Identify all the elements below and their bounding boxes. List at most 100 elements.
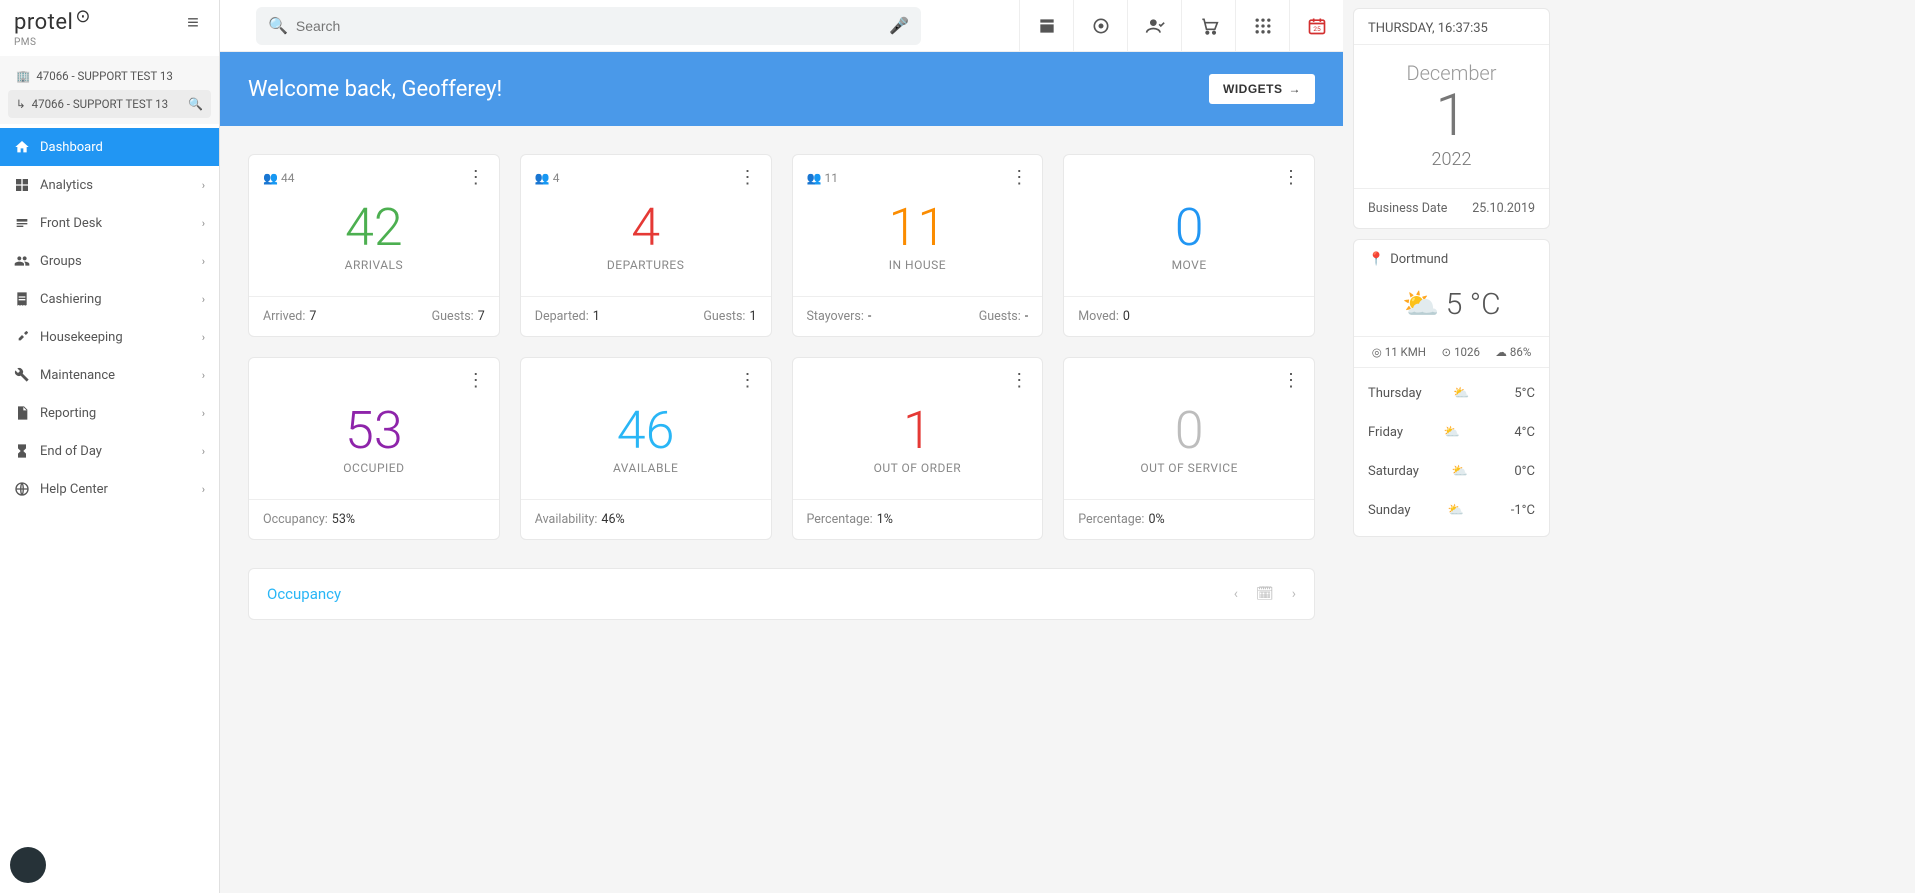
people-icon: 👥 11 xyxy=(807,171,838,185)
chevron-right-icon: › xyxy=(202,331,205,344)
main-content: 🔍 🎤 25 Welcome back, Geofferey! WIDGETS … xyxy=(220,0,1343,893)
chevron-right-icon: › xyxy=(202,445,205,458)
document-icon xyxy=(14,405,30,421)
hotel-item[interactable]: ↳ 47066 - SUPPORT TEST 13 🔍 xyxy=(8,90,211,118)
nav-helpcenter[interactable]: Help Center› xyxy=(0,470,219,508)
arrow-return-icon: ↳ xyxy=(16,97,26,111)
hotel-selector: 🏢 47066 - SUPPORT TEST 13 ↳ 47066 - SUPP… xyxy=(0,56,219,124)
humidity-icon: ☁ xyxy=(1495,345,1507,359)
card-departures: 👥 4⋮ 4DEPARTURES Departed:1Guests:1 xyxy=(520,154,772,337)
weather-widget: 📍Dortmund ⛅5 °C ◎11 KMH ⊙1026 ☁86% Thurs… xyxy=(1353,239,1550,537)
receipt-icon xyxy=(14,291,30,307)
apps-icon xyxy=(1253,16,1273,36)
more-icon[interactable]: ⋮ xyxy=(467,167,485,188)
nav-groups[interactable]: Groups› xyxy=(0,242,219,280)
nav-cashiering[interactable]: Cashiering› xyxy=(0,280,219,318)
nav-housekeeping[interactable]: Housekeeping› xyxy=(0,318,219,356)
nav-reporting[interactable]: Reporting› xyxy=(0,394,219,432)
card-arrivals: 👥 44⋮ 42ARRIVALS Arrived:7Guests:7 xyxy=(248,154,500,337)
card-move: ⋮ 0MOVE Moved:0 xyxy=(1063,154,1315,337)
people-icon: 👥 4 xyxy=(535,171,560,185)
card-out-of-service: ⋮ 0OUT OF SERVICE Percentage:0% xyxy=(1063,357,1315,540)
date-widget: THURSDAY, 16:37:35 December 1 2022 Busin… xyxy=(1353,8,1550,229)
current-year: 2022 xyxy=(1354,149,1549,170)
people-icon xyxy=(14,253,30,269)
search-icon[interactable]: 🔍 xyxy=(188,97,203,111)
home-icon xyxy=(14,139,30,155)
summary-cards: 👥 44⋮ 42ARRIVALS Arrived:7Guests:7 👥 4⋮ … xyxy=(248,154,1315,540)
more-icon[interactable]: ⋮ xyxy=(739,167,757,188)
chevron-right-icon: › xyxy=(202,293,205,306)
action-cart[interactable] xyxy=(1181,0,1235,51)
more-icon[interactable]: ⋮ xyxy=(467,370,485,391)
hero-banner: Welcome back, Geofferey! WIDGETS → xyxy=(220,52,1343,126)
chevron-right-icon: › xyxy=(202,483,205,496)
nav-analytics[interactable]: Analytics› xyxy=(0,166,219,204)
action-target[interactable] xyxy=(1073,0,1127,51)
more-icon[interactable]: ⋮ xyxy=(1282,167,1300,188)
weather-icon: ⛅ xyxy=(1452,464,1468,479)
arrow-right-icon: → xyxy=(1289,82,1302,96)
occupancy-panel: Occupancy ‹ 🗓 › xyxy=(248,568,1315,620)
forecast-list: Thursday⛅5°C Friday⛅4°C Saturday⛅0°C Sun… xyxy=(1354,368,1549,536)
next-icon[interactable]: › xyxy=(1292,586,1296,602)
brand-subtitle: PMS xyxy=(0,37,219,56)
action-apps[interactable] xyxy=(1235,0,1289,51)
greeting: Welcome back, Geofferey! xyxy=(248,77,502,102)
move-value: 0 xyxy=(1064,202,1314,254)
nav-frontdesk[interactable]: Front Desk› xyxy=(0,204,219,242)
top-actions: 25 xyxy=(1019,0,1343,51)
business-date-label: Business Date xyxy=(1368,201,1447,216)
weather-icon: ⛅ xyxy=(1453,386,1469,401)
weather-temp: 5 °C xyxy=(1446,287,1501,322)
pin-icon: 📍 xyxy=(1368,252,1384,267)
mic-icon[interactable]: 🎤 xyxy=(889,16,909,35)
grid-icon xyxy=(14,177,30,193)
action-user[interactable] xyxy=(1127,0,1181,51)
weather-icon: ⛅ xyxy=(1448,503,1464,518)
svg-text:25: 25 xyxy=(1313,25,1321,33)
chevron-right-icon: › xyxy=(202,369,205,382)
widgets-button[interactable]: WIDGETS → xyxy=(1209,74,1315,104)
weather-icon: ⛅ xyxy=(1402,287,1439,322)
more-icon[interactable]: ⋮ xyxy=(739,370,757,391)
current-day: 1 xyxy=(1354,85,1549,149)
forecast-row: Friday⛅4°C xyxy=(1368,413,1535,452)
user-check-icon xyxy=(1145,16,1165,36)
people-icon: 👥 44 xyxy=(263,171,294,185)
more-icon[interactable]: ⋮ xyxy=(1010,167,1028,188)
occupied-value: 53 xyxy=(249,405,499,457)
inhouse-value: 11 xyxy=(793,202,1043,254)
more-icon[interactable]: ⋮ xyxy=(1010,370,1028,391)
departures-value: 4 xyxy=(521,202,771,254)
brush-icon xyxy=(14,329,30,345)
weather-location: Dortmund xyxy=(1390,252,1448,267)
ooo-value: 1 xyxy=(793,405,1043,457)
available-value: 46 xyxy=(521,405,771,457)
chevron-right-icon: › xyxy=(202,407,205,420)
more-icon[interactable]: ⋮ xyxy=(1282,370,1300,391)
hotel-item[interactable]: 🏢 47066 - SUPPORT TEST 13 xyxy=(8,62,211,90)
avatar[interactable] xyxy=(10,847,46,883)
oos-value: 0 xyxy=(1064,405,1314,457)
calendar-icon[interactable]: 🗓 xyxy=(1256,586,1274,602)
action-calendar[interactable]: 25 xyxy=(1289,0,1343,51)
search-box[interactable]: 🔍 🎤 xyxy=(256,7,921,45)
nav-dashboard[interactable]: Dashboard xyxy=(0,128,219,166)
calendar-icon: 25 xyxy=(1307,16,1327,36)
desk-icon xyxy=(14,215,30,231)
nav-maintenance[interactable]: Maintenance› xyxy=(0,356,219,394)
wind-icon: ◎ xyxy=(1372,345,1382,359)
menu-toggle-icon[interactable]: ≡ xyxy=(181,10,205,35)
forecast-row: Sunday⛅-1°C xyxy=(1368,491,1535,530)
search-input[interactable] xyxy=(296,18,889,34)
chevron-right-icon: › xyxy=(202,179,205,192)
occupancy-title: Occupancy xyxy=(267,585,341,603)
search-icon: 🔍 xyxy=(268,16,288,35)
wrench-icon xyxy=(14,367,30,383)
nav-endofday[interactable]: End of Day› xyxy=(0,432,219,470)
pressure-icon: ⊙ xyxy=(1441,345,1451,359)
main-nav: Dashboard Analytics› Front Desk› Groups›… xyxy=(0,124,219,508)
prev-icon[interactable]: ‹ xyxy=(1234,586,1238,602)
action-pos[interactable] xyxy=(1019,0,1073,51)
